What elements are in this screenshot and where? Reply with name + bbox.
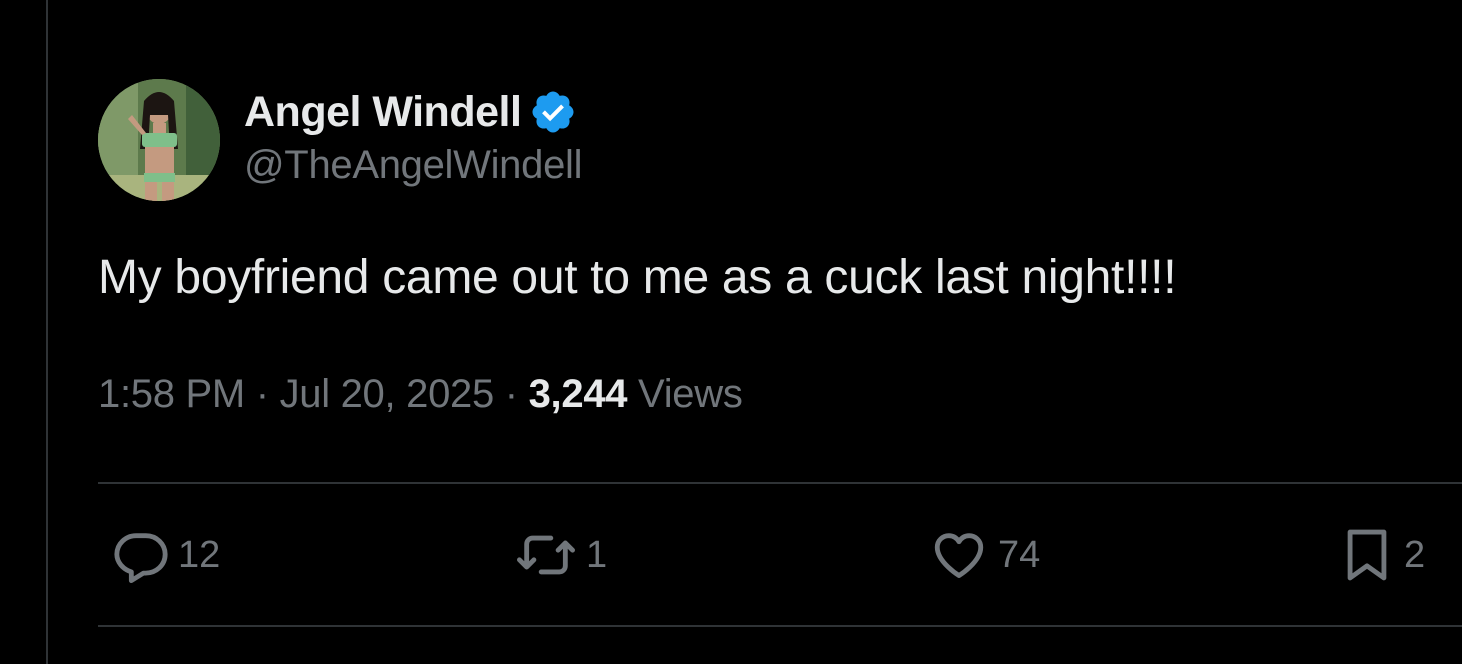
retweet-count: 1 [586,533,608,576]
author-handle[interactable]: @TheAngelWindell [244,143,583,188]
divider-bottom [98,625,1462,627]
bookmark-icon [1338,524,1396,586]
timeline-border [46,0,48,664]
meta-separator: · [255,372,269,416]
avatar[interactable] [98,79,220,201]
retweet-icon [514,526,578,584]
avatar-image [98,79,220,201]
retweet-button[interactable]: 1 [514,520,607,590]
tweet-header: Angel Windell @TheAngelWindell [98,79,583,201]
views-count[interactable]: 3,244 [529,372,628,416]
tweet-date[interactable]: Jul 20, 2025 [280,372,495,416]
views-label: Views [638,372,743,416]
name-row: Angel Windell [244,87,582,137]
reply-count: 12 [178,533,221,576]
meta-separator: · [504,372,518,416]
divider-top [98,482,1462,484]
tweet-meta: 1:58 PM · Jul 20, 2025 · 3,244 Views [98,372,743,417]
author-names: Angel Windell @TheAngelWindell [244,87,583,188]
bookmark-count: 2 [1404,533,1426,576]
verified-badge-icon[interactable] [529,88,577,136]
bookmark-button[interactable]: 2 [1338,520,1425,590]
tweet-text: My boyfriend came out to me as a cuck la… [98,251,1177,304]
reply-icon [112,526,170,584]
heart-icon [928,526,990,584]
like-button[interactable]: 74 [928,520,1040,590]
like-count: 74 [998,533,1041,576]
tweet-time[interactable]: 1:58 PM [98,372,245,416]
tweet-actions: 12 1 74 2 [98,520,1462,590]
author-display-name[interactable]: Angel Windell [244,88,522,137]
reply-button[interactable]: 12 [112,520,220,590]
